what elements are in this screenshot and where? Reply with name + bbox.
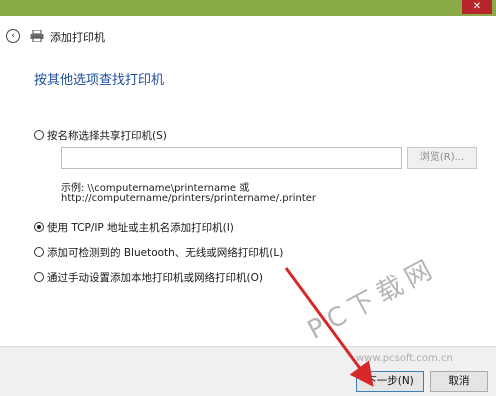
share-name-input[interactable]	[61, 147, 402, 169]
dialog-footer: www.pcsoft.com.cn 下一步(N) 取消	[0, 346, 496, 396]
next-button[interactable]: 下一步(N)	[356, 371, 424, 392]
option-label-bluetooth[interactable]: 添加可检测到的 Bluetooth、无线或网络打印机(L)	[47, 245, 283, 260]
example-line-1: 示例: \\computername\printername 或	[61, 183, 250, 194]
window-title: 添加打印机	[50, 31, 105, 44]
title-bar: ✕	[0, 0, 496, 16]
radio-manual[interactable]	[34, 272, 44, 282]
option-label-share-name[interactable]: 按名称选择共享打印机(S)	[47, 128, 167, 143]
option-label-manual[interactable]: 通过手动设置添加本地打印机或网络打印机(O)	[47, 270, 263, 285]
add-printer-window: ✕ ‹ 添加打印机 按其他选项查找打印机 按名称选择共享打印机(S) 浏览(R)…	[0, 0, 496, 396]
page-heading: 按其他选项查找打印机	[34, 73, 165, 88]
option-label-tcpip[interactable]: 使用 TCP/IP 地址或主机名添加打印机(I)	[47, 220, 234, 235]
dialog-header: ‹ 添加打印机	[0, 16, 496, 56]
watermark-url: www.pcsoft.com.cn	[356, 353, 453, 364]
radio-bluetooth[interactable]	[34, 247, 44, 257]
back-button[interactable]: ‹	[6, 29, 20, 43]
dialog-content: ‹ 添加打印机 按其他选项查找打印机 按名称选择共享打印机(S) 浏览(R)..…	[0, 16, 496, 361]
radio-share-name[interactable]	[34, 130, 44, 140]
radio-tcpip[interactable]	[34, 222, 44, 232]
close-button[interactable]: ✕	[462, 0, 492, 14]
watermark-logo: PC下载网	[302, 252, 443, 346]
browse-button[interactable]: 浏览(R)...	[407, 147, 477, 169]
printer-icon	[30, 30, 44, 42]
cancel-button[interactable]: 取消	[430, 371, 488, 392]
example-line-2: http://computername/printers/printername…	[61, 193, 317, 204]
